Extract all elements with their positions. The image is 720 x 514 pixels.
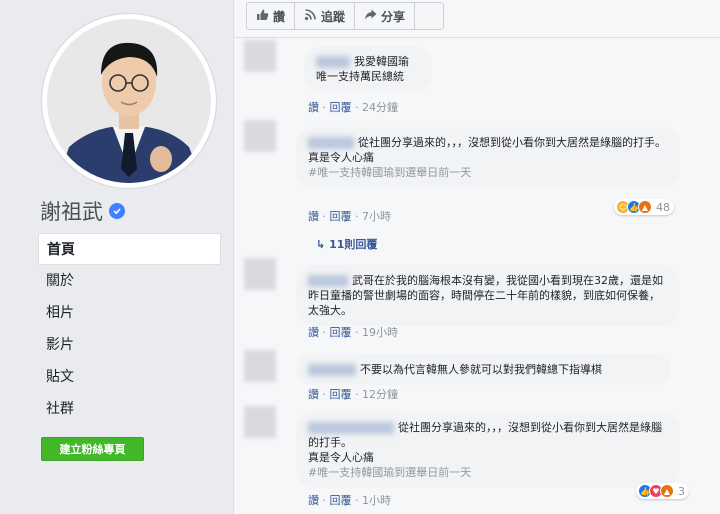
action-bar-divider bbox=[234, 37, 720, 38]
nav-item-videos[interactable]: 影片 bbox=[38, 329, 221, 361]
angry-reaction-icon: ▲ bbox=[638, 200, 652, 214]
commenter-name[interactable] bbox=[308, 275, 348, 287]
profile-photo-icon bbox=[47, 19, 211, 183]
comment-hashtag[interactable]: #唯一支持韓國瑜到選舉日前一天 bbox=[308, 466, 471, 479]
comment-bubble: 不要以為代言韓無人參就可以對我們韓總下指導棋 bbox=[296, 354, 671, 385]
comment-meta: 讚 · 回覆 · 19小時 bbox=[308, 326, 398, 339]
nav-item-photos[interactable]: 相片 bbox=[38, 297, 221, 329]
comment-meta: 讚 · 回覆 · 1小時 bbox=[308, 494, 391, 507]
comment-time: 7小時 bbox=[362, 210, 391, 223]
comment-time: 12分鐘 bbox=[362, 388, 398, 401]
view-replies-link[interactable]: ↳ 11則回覆 bbox=[316, 236, 377, 252]
comment-text: 武哥在於我的腦海根本沒有變，我從國小看到現在32歲，還是如昨日童播的警世劇場的面… bbox=[308, 274, 663, 317]
comment-reply-link[interactable]: 回覆 bbox=[330, 210, 352, 223]
comment-meta: 讚 · 回覆 · 12分鐘 bbox=[308, 388, 398, 401]
comment-bubble: 我愛韓國瑜 唯一支持萬民總統 bbox=[304, 46, 432, 92]
page-nav: 首頁 關於 相片 影片 貼文 社群 bbox=[38, 233, 221, 425]
comment-hashtag[interactable]: #唯一支持韓國瑜到選舉日前一天 bbox=[308, 166, 471, 179]
commenter-name[interactable] bbox=[308, 364, 356, 376]
comment-reply-link[interactable]: 回覆 bbox=[330, 101, 352, 114]
commenter-avatar[interactable] bbox=[244, 350, 276, 382]
rss-icon bbox=[304, 8, 317, 24]
comment-time: 24分鐘 bbox=[362, 101, 398, 114]
reply-arrow-icon: ↳ bbox=[316, 238, 326, 251]
reaction-summary[interactable]: 👍 ♥ ▲ 3 bbox=[636, 483, 689, 499]
comment-meta: 讚 · 回覆 · 24分鐘 bbox=[308, 101, 398, 114]
replies-count: 11則回覆 bbox=[329, 238, 378, 251]
like-label: 讚 bbox=[273, 9, 286, 24]
comment-like-link[interactable]: 讚 bbox=[308, 494, 319, 507]
reaction-count: 48 bbox=[656, 200, 670, 214]
commenter-avatar[interactable] bbox=[244, 258, 276, 290]
comment-time: 1小時 bbox=[362, 494, 391, 507]
post-comments-panel: 讚 追蹤 分享 我愛韓國瑜 唯一支持萬民總統 讚 · 回覆 · 24分鐘 從社團… bbox=[233, 0, 720, 514]
comment-bubble: 從社團分享過來的，，，沒想到從小看你到大居然是綠腦的打手。 真是令人心痛 #唯一… bbox=[296, 127, 680, 188]
comment-like-link[interactable]: 讚 bbox=[308, 326, 319, 339]
commenter-name[interactable] bbox=[308, 137, 354, 149]
commenter-name[interactable] bbox=[316, 56, 350, 68]
like-button[interactable]: 讚 bbox=[246, 2, 296, 30]
comment-text: 從社團分享過來的，，，沒想到從小看你到大居然是綠腦的打手。 真是令人心痛 bbox=[308, 136, 666, 164]
commenter-avatar[interactable] bbox=[244, 120, 276, 152]
comment-like-link[interactable]: 讚 bbox=[308, 210, 319, 223]
follow-label: 追蹤 bbox=[321, 9, 346, 24]
nav-item-home[interactable]: 首頁 bbox=[38, 233, 221, 265]
share-label: 分享 bbox=[381, 9, 406, 24]
commenter-avatar[interactable] bbox=[244, 406, 276, 438]
comment-time: 19小時 bbox=[362, 326, 398, 339]
page-title: 謝祖武 bbox=[40, 196, 125, 226]
page-title-text: 謝祖武 bbox=[40, 200, 103, 224]
comment-reply-link[interactable]: 回覆 bbox=[330, 326, 352, 339]
post-action-bar: 讚 追蹤 分享 bbox=[246, 2, 445, 30]
nav-item-community[interactable]: 社群 bbox=[38, 393, 221, 425]
page-sidebar: 謝祖武 首頁 關於 相片 影片 貼文 社群 建立粉絲專頁 bbox=[0, 0, 232, 514]
create-page-button[interactable]: 建立粉絲專頁 bbox=[41, 437, 144, 461]
verified-badge-icon bbox=[109, 203, 125, 219]
nav-item-posts[interactable]: 貼文 bbox=[38, 361, 221, 393]
follow-button[interactable]: 追蹤 bbox=[294, 2, 356, 30]
more-actions-button[interactable] bbox=[414, 2, 445, 30]
comment-bubble: 武哥在於我的腦海根本沒有變，我從國小看到現在32歲，還是如昨日童播的警世劇場的面… bbox=[296, 265, 680, 326]
profile-picture[interactable] bbox=[42, 14, 216, 188]
comment-like-link[interactable]: 讚 bbox=[308, 101, 319, 114]
commenter-avatar[interactable] bbox=[244, 40, 276, 72]
comment-meta: 讚 · 回覆 · 7小時 bbox=[308, 210, 391, 223]
comment-reply-link[interactable]: 回覆 bbox=[330, 388, 352, 401]
share-arrow-icon bbox=[364, 8, 377, 24]
reaction-summary[interactable]: ☺ 👍 ▲ 48 bbox=[614, 199, 674, 215]
comment-like-link[interactable]: 讚 bbox=[308, 388, 319, 401]
comment-text: 不要以為代言韓無人參就可以對我們韓總下指導棋 bbox=[360, 363, 602, 376]
comment-bubble: 從社團分享過來的，，，沒想到從小看你到大居然是綠腦的打手。 真是令人心痛 #唯一… bbox=[296, 412, 680, 488]
reaction-count: 3 bbox=[678, 484, 685, 498]
commenter-name[interactable] bbox=[308, 422, 394, 434]
comment-reply-link[interactable]: 回覆 bbox=[330, 494, 352, 507]
share-button[interactable]: 分享 bbox=[354, 2, 416, 30]
thumbs-up-icon bbox=[256, 8, 269, 24]
angry-reaction-icon: ▲ bbox=[660, 484, 674, 498]
nav-item-about[interactable]: 關於 bbox=[38, 265, 221, 297]
